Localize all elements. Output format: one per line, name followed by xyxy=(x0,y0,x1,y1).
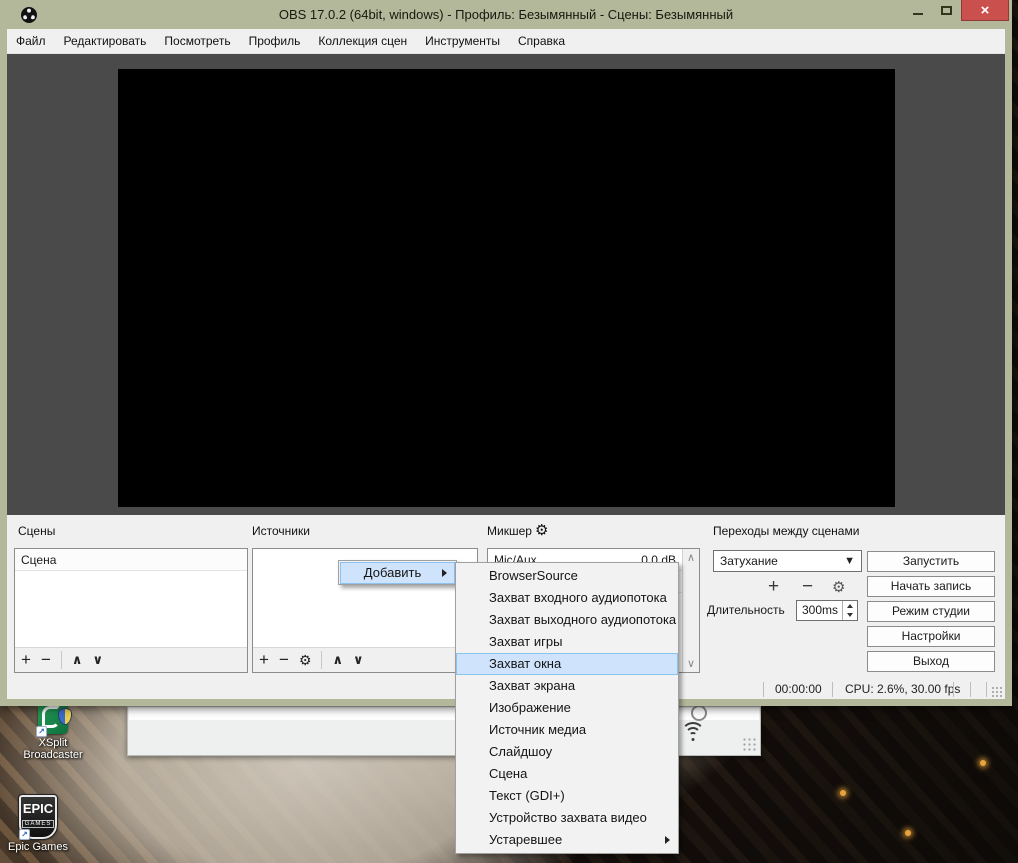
statusbar-separator xyxy=(953,682,954,697)
statusbar-separator xyxy=(986,682,987,697)
desktop-icon-label: XSplit Broadcaster xyxy=(18,737,88,761)
menu-edit[interactable]: Редактировать xyxy=(55,29,156,54)
menu-view[interactable]: Посмотреть xyxy=(155,29,239,54)
submenu-item-display-capture[interactable]: Захват экрана xyxy=(456,675,678,697)
transition-select[interactable]: Затухание ▼ xyxy=(713,550,862,572)
scenes-panel-label: Сцены xyxy=(18,524,55,538)
submenu-item-media-source[interactable]: Источник медиа xyxy=(456,719,678,741)
remove-scene-button[interactable]: − xyxy=(41,650,51,670)
duration-label: Длительность xyxy=(707,603,785,617)
submenu-arrow-icon xyxy=(442,569,447,577)
move-scene-up-button[interactable]: ∧ xyxy=(72,650,83,670)
transition-selected-value: Затухание xyxy=(720,554,778,568)
submenu-item-audio-output-capture[interactable]: Захват выходного аудиопотока xyxy=(456,609,678,631)
submenu-item-game-capture[interactable]: Захват игры xyxy=(456,631,678,653)
city-light xyxy=(840,790,846,796)
spinner-up-button[interactable] xyxy=(843,601,857,611)
transitions-panel-label: Переходы между сценами xyxy=(713,524,859,538)
menu-help[interactable]: Справка xyxy=(509,29,574,54)
submenu-item-browsersource[interactable]: BrowserSource xyxy=(456,565,678,587)
preview-area xyxy=(7,54,1005,515)
desktop-icon-epic-games[interactable]: EPIC GAMES ↗ Epic Games xyxy=(8,795,68,853)
chevron-down-icon: ▼ xyxy=(844,551,855,571)
minimize-button[interactable] xyxy=(903,0,932,21)
duration-value: 300ms xyxy=(802,603,838,617)
menu-profile[interactable]: Профиль xyxy=(240,29,310,54)
menu-scene-collection[interactable]: Коллекция сцен xyxy=(309,29,416,54)
desktop-icon-xsplit[interactable]: ↗ XSplit Broadcaster xyxy=(18,702,88,761)
menu-file[interactable]: Файл xyxy=(7,29,55,54)
submenu-item-image[interactable]: Изображение xyxy=(456,697,678,719)
xsplit-icon: ↗ xyxy=(38,702,68,734)
add-source-button[interactable]: + xyxy=(259,650,269,670)
add-transition-button[interactable]: + xyxy=(768,576,779,598)
source-properties-gear-icon[interactable]: ⚙ xyxy=(299,650,312,670)
move-scene-down-button[interactable]: ∨ xyxy=(92,650,103,670)
scenes-toolbar: + − ∧ ∨ xyxy=(15,647,247,672)
remove-source-button[interactable]: − xyxy=(279,650,289,670)
move-source-down-button[interactable]: ∨ xyxy=(353,650,364,670)
sources-toolbar: + − ⚙ ∧ ∨ xyxy=(253,647,477,672)
wifi-icon[interactable] xyxy=(680,722,706,744)
sources-panel-label: Источники xyxy=(252,524,310,538)
add-scene-button[interactable]: + xyxy=(21,650,31,670)
menu-tools[interactable]: Инструменты xyxy=(416,29,509,54)
desktop-icon-label: Epic Games xyxy=(8,841,68,853)
city-light xyxy=(980,760,986,766)
window-title: OBS 17.0.2 (64bit, windows) - Профиль: Б… xyxy=(0,7,1012,22)
studio-mode-button[interactable]: Режим студии xyxy=(867,601,995,622)
city-light xyxy=(905,830,911,836)
shortcut-arrow-icon: ↗ xyxy=(19,829,30,840)
duration-spinner[interactable]: 300ms xyxy=(796,600,858,621)
start-streaming-button[interactable]: Запустить трансляцию xyxy=(867,551,995,572)
move-source-up-button[interactable]: ∧ xyxy=(332,650,343,670)
scroll-up-icon[interactable]: ∧ xyxy=(683,551,699,564)
settings-button[interactable]: Настройки xyxy=(867,626,995,647)
start-recording-button[interactable]: Начать запись xyxy=(867,576,995,597)
submenu-item-scene[interactable]: Сцена xyxy=(456,763,678,785)
exit-button[interactable]: Выход xyxy=(867,651,995,672)
statusbar-separator xyxy=(970,682,971,697)
add-source-submenu: BrowserSource Захват входного аудиопоток… xyxy=(455,562,679,854)
resize-grip[interactable] xyxy=(991,686,1002,697)
mixer-panel-label: Микшер xyxy=(487,524,532,538)
mixer-scrollbar[interactable]: ∧ ∨ xyxy=(682,549,699,672)
statusbar-separator xyxy=(832,682,833,697)
sources-context-menu: Добавить xyxy=(338,560,457,585)
epic-games-icon: EPIC GAMES ↗ xyxy=(19,795,57,839)
sync-icon xyxy=(691,705,707,721)
transition-properties-gear-icon[interactable]: ⚙ xyxy=(832,578,845,596)
submenu-item-video-capture-device[interactable]: Устройство захвата видео xyxy=(456,807,678,829)
preview-canvas[interactable] xyxy=(118,69,895,507)
toolbar-separator xyxy=(61,651,62,669)
cpu-fps-status: CPU: 2.6%, 30.00 fps xyxy=(845,682,960,696)
spinner-down-button[interactable] xyxy=(843,611,857,621)
resize-grip[interactable] xyxy=(742,737,756,751)
shield-icon xyxy=(58,708,72,725)
submenu-item-audio-input-capture[interactable]: Захват входного аудиопотока xyxy=(456,587,678,609)
submenu-item-slideshow[interactable]: Слайдшоу xyxy=(456,741,678,763)
menu-bar: Файл Редактировать Посмотреть Профиль Ко… xyxy=(7,29,1005,54)
titlebar[interactable]: OBS 17.0.2 (64bit, windows) - Профиль: Б… xyxy=(0,0,1012,29)
scroll-down-icon[interactable]: ∨ xyxy=(683,657,699,670)
stream-time: 00:00:00 xyxy=(775,682,822,696)
statusbar-separator xyxy=(763,682,764,697)
toolbar-separator xyxy=(321,651,322,669)
maximize-button[interactable] xyxy=(932,0,961,21)
remove-transition-button[interactable]: − xyxy=(802,576,813,598)
close-button[interactable]: × xyxy=(961,0,1009,21)
context-menu-add-item[interactable]: Добавить xyxy=(340,562,455,584)
submenu-arrow-icon xyxy=(665,836,670,844)
submenu-item-text-gdi[interactable]: Текст (GDI+) xyxy=(456,785,678,807)
shortcut-arrow-icon: ↗ xyxy=(36,726,47,737)
mixer-settings-gear-icon[interactable]: ⚙ xyxy=(535,521,548,539)
scene-list-item[interactable]: Сцена xyxy=(15,549,247,571)
scenes-list[interactable]: Сцена + − ∧ ∨ xyxy=(14,548,248,673)
submenu-item-deprecated[interactable]: Устаревшее xyxy=(456,829,678,851)
submenu-item-window-capture[interactable]: Захват окна xyxy=(456,653,678,675)
